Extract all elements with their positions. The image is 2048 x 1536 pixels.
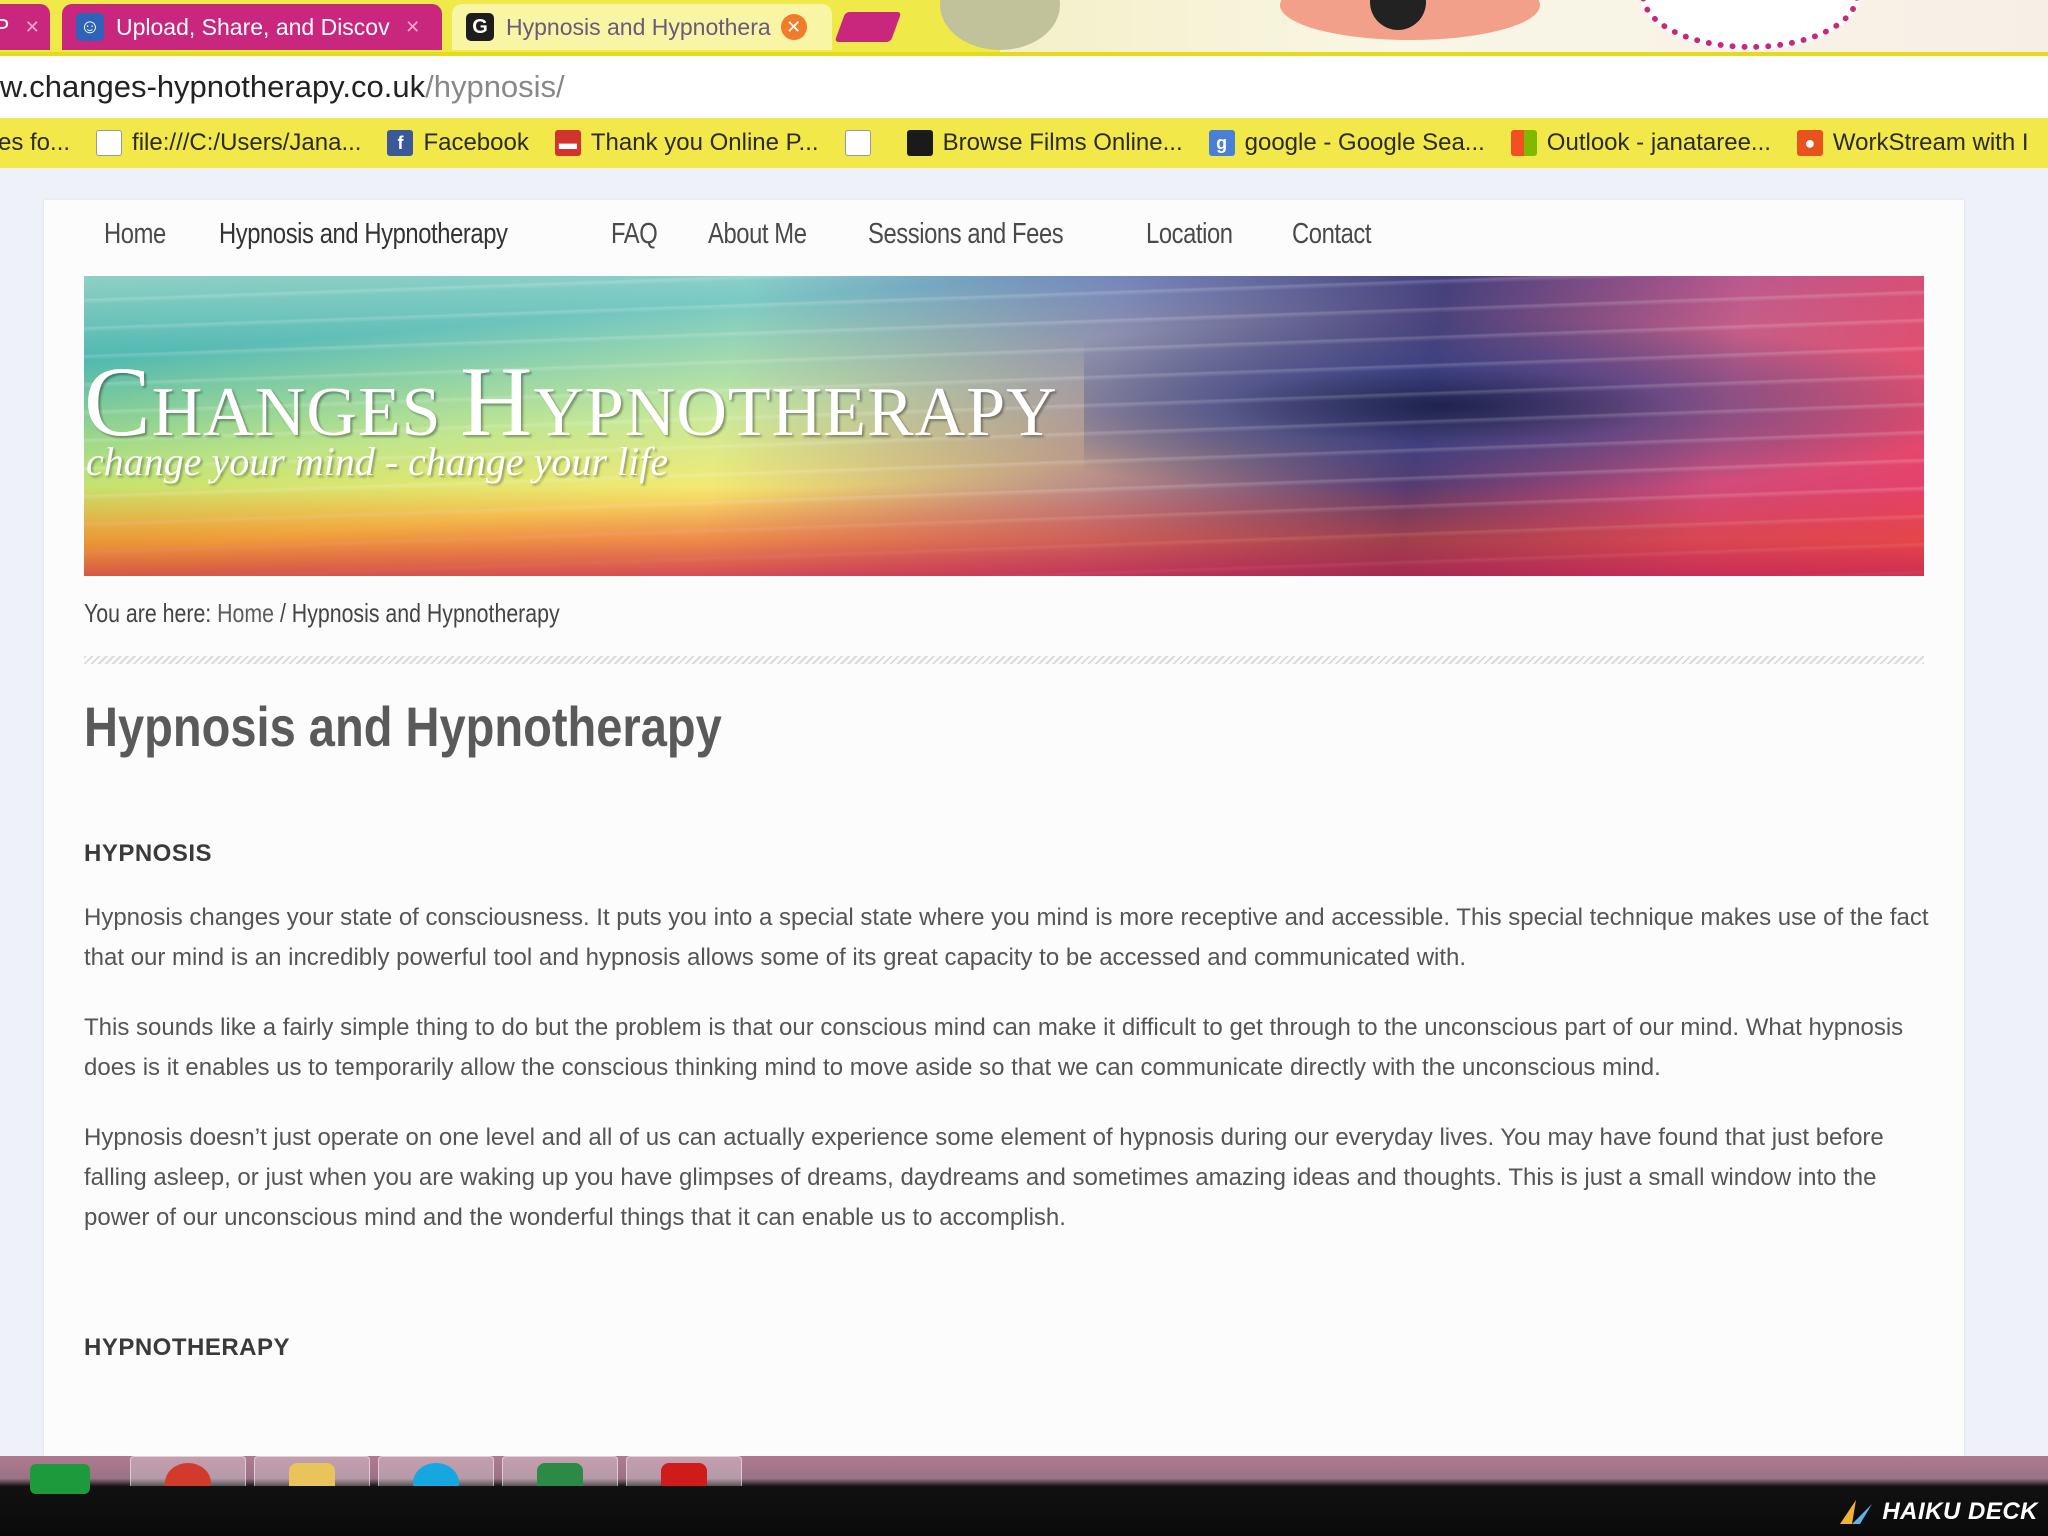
excel-icon <box>537 1463 583 1486</box>
g-icon: G <box>466 13 494 41</box>
paragraph: Hypnosis doesn’t just operate on one lev… <box>84 1124 1884 1231</box>
acrobat-icon <box>661 1463 707 1486</box>
taskbar-skype[interactable] <box>378 1456 494 1486</box>
tab-bar: P ✕ ☺ Upload, Share, and Discov ✕ G Hypn… <box>0 0 2048 52</box>
haiku-deck-logo-icon <box>1838 1498 1874 1526</box>
page-icon <box>844 130 871 156</box>
taskbar-explorer[interactable] <box>254 1456 370 1486</box>
close-icon[interactable]: ✕ <box>400 14 426 40</box>
bookmark-item[interactable]: es fo... <box>0 129 70 157</box>
tab-label: Hypnosis and Hypnothera <box>506 13 771 40</box>
main-nav: Home Hypnosis and Hypnotherapy FAQ About… <box>104 218 1428 251</box>
taskbar: HAIKU DECK <box>0 1456 2048 1536</box>
url-text[interactable]: w.changes-hypnotherapy.co.uk/hypnosis/ <box>0 69 565 105</box>
start-icon[interactable] <box>30 1464 90 1494</box>
taskbar-excel[interactable] <box>502 1456 618 1486</box>
bookmark-item[interactable]: file:///C:/Users/Jana... <box>96 129 361 157</box>
bookmark-facebook[interactable]: f Facebook <box>387 129 529 157</box>
paragraph: This sounds like a fairly simple thing t… <box>84 1014 1904 1081</box>
google-icon: g <box>1208 130 1235 156</box>
taskbar-chrome[interactable] <box>130 1456 246 1486</box>
bookmark-item[interactable]: Browse Films Online... <box>906 129 1183 157</box>
chrome-icon <box>165 1463 211 1486</box>
workstream-icon: ● <box>1796 130 1823 156</box>
bookmark-workstream[interactable]: ● WorkStream with I <box>1796 129 2029 157</box>
divider <box>84 656 1924 664</box>
nav-home[interactable]: Home <box>104 218 166 251</box>
skype-icon <box>413 1463 459 1486</box>
breadcrumb-home-link[interactable]: Home <box>217 598 274 628</box>
header-banner[interactable]: CHANGES HYPNOTHERAPY change your mind - … <box>84 276 1924 576</box>
close-icon[interactable]: ✕ <box>780 14 807 40</box>
folder-icon <box>289 1463 335 1486</box>
page-card: Home Hypnosis and Hypnotherapy FAQ About… <box>44 200 1964 1460</box>
haiku-deck-watermark: HAIKU DECK <box>1838 1498 2038 1526</box>
people-icon: ☺ <box>76 13 104 41</box>
bookmark-item[interactable]: ▬ Thank you Online P... <box>554 129 819 157</box>
bookmarks-bar: es fo... file:///C:/Users/Jana... f Face… <box>0 118 2048 168</box>
microsoft-icon <box>1510 130 1537 156</box>
taskbar-acrobat[interactable] <box>626 1456 742 1486</box>
bookmark-item[interactable] <box>844 130 881 156</box>
paragraph: Hypnosis changes your state of conscious… <box>84 904 1929 971</box>
nav-faq[interactable]: FAQ <box>611 218 658 251</box>
tab-upload[interactable]: ☺ Upload, Share, and Discov ✕ <box>62 4 442 50</box>
facebook-icon: f <box>387 130 414 156</box>
theme-decoration <box>940 0 2048 52</box>
car-icon: ▬ <box>554 130 581 156</box>
tab-previous[interactable]: P ✕ <box>0 4 50 50</box>
address-bar[interactable]: w.changes-hypnotherapy.co.uk/hypnosis/ <box>0 52 2048 118</box>
bookmark-outlook[interactable]: Outlook - janataree... <box>1510 129 1771 157</box>
site-tagline: change your mind - change your life <box>86 439 669 484</box>
new-tab-button[interactable] <box>834 12 902 42</box>
tab-label: Upload, Share, and Discov <box>116 13 390 40</box>
nav-hypnosis[interactable]: Hypnosis and Hypnotherapy <box>219 218 508 251</box>
breadcrumb-current: Hypnosis and Hypnotherapy <box>291 598 560 628</box>
breadcrumb: You are here: Home / Hypnosis and Hypnot… <box>84 598 560 628</box>
section-heading-hypnosis: HYPNOSIS <box>84 840 213 867</box>
bookmark-google[interactable]: g google - Google Sea... <box>1208 129 1485 157</box>
films-icon <box>906 130 933 156</box>
nav-contact[interactable]: Contact <box>1292 218 1372 251</box>
tab-hypnosis[interactable]: G Hypnosis and Hypnothera ✕ <box>452 4 832 50</box>
section-heading-hypnotherapy: HYPNOTHERAPY <box>84 1334 291 1361</box>
page-icon <box>96 130 123 156</box>
nav-location[interactable]: Location <box>1146 218 1233 251</box>
article-content: HYPNOSIS Hypnosis changes your state of … <box>84 840 1944 1392</box>
page-title: Hypnosis and Hypnotherapy <box>84 695 722 758</box>
nav-sessions-fees[interactable]: Sessions and Fees <box>868 218 1064 251</box>
close-icon[interactable]: ✕ <box>19 14 45 40</box>
nav-about-me[interactable]: About Me <box>708 218 807 251</box>
